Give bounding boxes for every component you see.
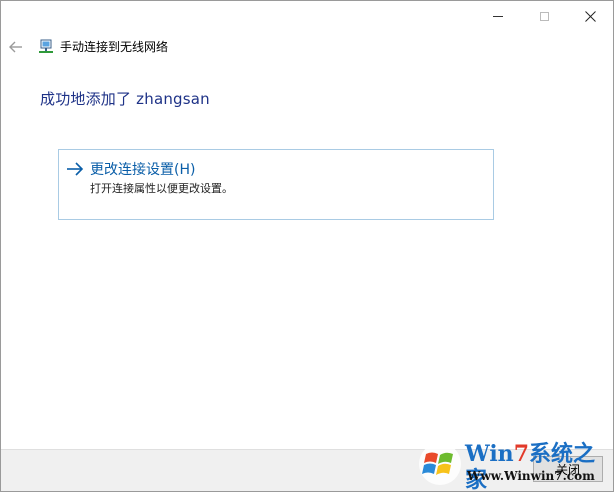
maximize-icon (539, 11, 549, 21)
command-link-description: 打开连接属性以便更改设置。 (90, 182, 233, 195)
watermark-url: Www.Winwin7.com (467, 469, 595, 483)
back-arrow-icon (9, 41, 22, 53)
change-connection-settings-link[interactable]: 更改连接设置(H) 打开连接属性以便更改设置。 (58, 149, 494, 220)
close-icon (584, 10, 596, 22)
windows-logo-icon (419, 443, 461, 485)
minimize-icon (493, 15, 503, 17)
wireless-network-icon (39, 39, 53, 53)
command-link-title: 更改连接设置(H) (90, 162, 196, 178)
success-message: 成功地添加了 zhangsan (40, 90, 210, 108)
right-arrow-icon (67, 162, 84, 176)
dialog-title: 手动连接到无线网络 (60, 40, 169, 54)
window-close-button[interactable] (567, 1, 613, 31)
watermark: Win7系统之家 Www.Winwin7.com (415, 437, 614, 493)
maximize-button[interactable] (521, 1, 567, 31)
dialog-window: 手动连接到无线网络 成功地添加了 zhangsan 更改连接设置(H) 打开连接… (0, 0, 614, 492)
back-button[interactable] (6, 37, 26, 57)
watermark-title: Win7系统之家 (465, 441, 596, 493)
minimize-button[interactable] (475, 1, 521, 31)
